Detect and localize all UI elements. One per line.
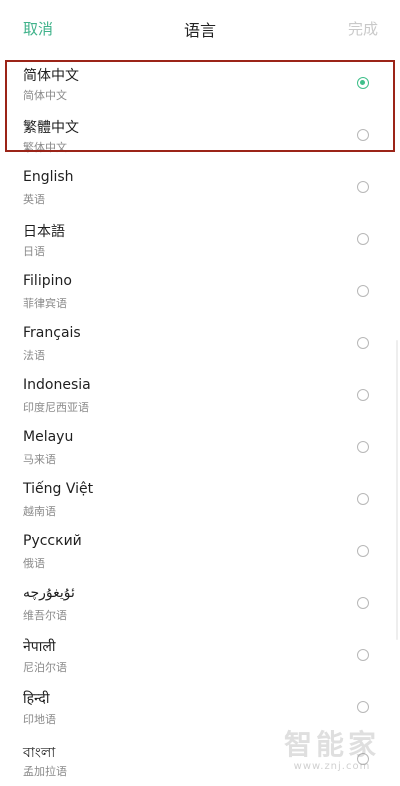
radio-unselected-icon[interactable]	[357, 545, 369, 557]
language-option-traditional-chinese[interactable]: 繁體中文 繁体中文	[0, 112, 400, 164]
radio-unselected-icon[interactable]	[357, 233, 369, 245]
language-option-nepali[interactable]: नेपाली 尼泊尔语	[0, 632, 400, 684]
language-option-japanese[interactable]: 日本語 日语	[0, 216, 400, 268]
page-title: 语言	[183, 21, 216, 40]
language-name: Русский	[23, 533, 82, 549]
language-option-bengali[interactable]: বাংলা 孟加拉语	[0, 736, 400, 786]
language-option-indonesian[interactable]: Indonesia 印度尼西亚语	[0, 372, 400, 424]
language-native-name: 越南语	[23, 505, 56, 518]
radio-unselected-icon[interactable]	[357, 181, 369, 193]
language-name: 繁體中文	[23, 120, 79, 136]
radio-selected-icon[interactable]	[357, 77, 369, 89]
language-option-french[interactable]: Français 法语	[0, 320, 400, 372]
language-name: Melayu	[23, 429, 74, 445]
language-option-vietnamese[interactable]: Tiếng Việt 越南语	[0, 476, 400, 528]
done-button[interactable]: 完成	[348, 18, 378, 39]
language-native-name: 马来语	[23, 453, 56, 466]
language-native-name: 繁体中文	[23, 141, 67, 154]
language-native-name: 菲律宾语	[23, 297, 67, 310]
language-native-name: 简体中文	[23, 89, 67, 102]
language-name: 日本語	[23, 224, 65, 240]
radio-unselected-icon[interactable]	[357, 597, 369, 609]
language-native-name: 日语	[23, 245, 45, 258]
language-native-name: 维吾尔语	[23, 609, 67, 622]
radio-unselected-icon[interactable]	[357, 649, 369, 661]
radio-unselected-icon[interactable]	[357, 337, 369, 349]
language-name: বাংলা	[23, 745, 56, 761]
language-name: English	[23, 169, 74, 185]
language-name: ئۇيغۇرچە	[23, 585, 75, 601]
language-native-name: 尼泊尔语	[23, 661, 67, 674]
scrollbar[interactable]	[396, 340, 398, 640]
language-name: नेपाली	[23, 639, 56, 655]
radio-unselected-icon[interactable]	[357, 129, 369, 141]
language-native-name: 孟加拉语	[23, 765, 67, 778]
language-name: Indonesia	[23, 377, 91, 393]
language-native-name: 俄语	[23, 557, 45, 570]
radio-unselected-icon[interactable]	[357, 493, 369, 505]
language-option-english[interactable]: English 英语	[0, 164, 400, 216]
radio-unselected-icon[interactable]	[357, 389, 369, 401]
language-name: Filipino	[23, 273, 72, 289]
language-option-simplified-chinese[interactable]: 简体中文 简体中文	[0, 60, 400, 112]
language-settings-screen: 取消 语言 完成 简体中文 简体中文 繁體中文 繁体中文 English 英语 …	[0, 0, 400, 786]
language-option-uyghur[interactable]: ئۇيغۇرچە 维吾尔语	[0, 580, 400, 632]
language-name: Français	[23, 325, 81, 341]
language-name: हिन्दी	[23, 691, 50, 707]
language-name: Tiếng Việt	[23, 481, 94, 497]
language-native-name: 印度尼西亚语	[23, 401, 89, 414]
language-list: 简体中文 简体中文 繁體中文 繁体中文 English 英语 日本語 日语 Fi…	[0, 60, 400, 786]
radio-unselected-icon[interactable]	[357, 753, 369, 765]
language-native-name: 法语	[23, 349, 45, 362]
radio-unselected-icon[interactable]	[357, 285, 369, 297]
language-option-malay[interactable]: Melayu 马来语	[0, 424, 400, 476]
language-native-name: 印地语	[23, 713, 56, 726]
language-option-hindi[interactable]: हिन्दी 印地语	[0, 684, 400, 736]
language-option-russian[interactable]: Русский 俄语	[0, 528, 400, 580]
language-name: 简体中文	[23, 68, 79, 84]
language-option-filipino[interactable]: Filipino 菲律宾语	[0, 268, 400, 320]
nav-header: 取消 语言 完成	[0, 0, 400, 56]
radio-unselected-icon[interactable]	[357, 441, 369, 453]
radio-unselected-icon[interactable]	[357, 701, 369, 713]
language-native-name: 英语	[23, 193, 45, 206]
